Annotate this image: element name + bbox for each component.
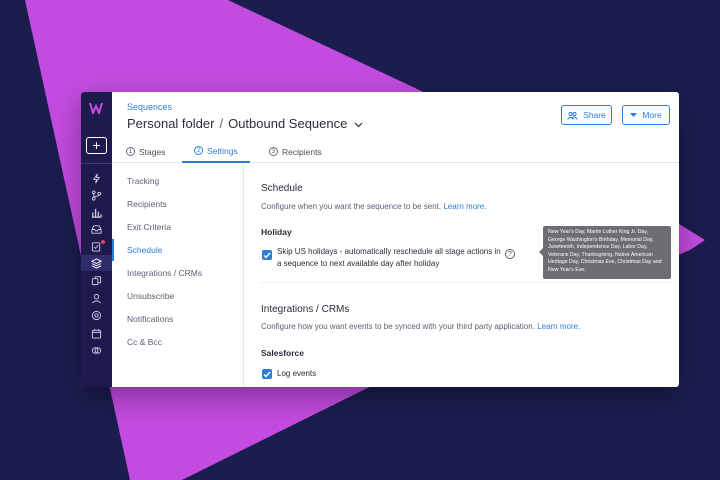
rail-divider	[81, 163, 112, 164]
menu-item-integrations[interactable]: Integrations / CRMs	[112, 262, 242, 284]
sequences-icon	[91, 257, 102, 269]
branch-icon	[91, 189, 102, 201]
title-separator: /	[219, 116, 224, 131]
rail-item-link[interactable]	[81, 342, 112, 358]
notification-dot	[100, 239, 106, 245]
log-events-checkbox[interactable]	[262, 369, 272, 379]
share-label: Share	[583, 110, 606, 120]
create-button[interactable]: +	[86, 137, 107, 154]
tab-number: 3	[269, 147, 278, 156]
schedule-description-text: Configure when you want the sequence to …	[261, 202, 442, 211]
rail-item-branch[interactable]	[81, 187, 112, 203]
rail-item-chart[interactable]	[81, 204, 112, 220]
tab-bar: 1 Stages 2 Settings 3 Recipients	[112, 140, 679, 163]
schedule-learn-more-link[interactable]: Learn more.	[443, 202, 486, 211]
tab-settings[interactable]: 2 Settings	[182, 140, 250, 163]
share-button[interactable]: Share	[561, 105, 612, 125]
menu-item-recipients[interactable]: Recipients	[112, 193, 242, 215]
chart-icon	[91, 208, 102, 218]
rail-item-settings[interactable]	[81, 307, 112, 323]
rail-item-user[interactable]	[81, 290, 112, 306]
copy-icon	[91, 275, 102, 285]
help-icon[interactable]: ?	[505, 249, 515, 259]
tab-label: Recipients	[282, 146, 322, 157]
left-rail: +	[81, 92, 112, 387]
rail-item-tasks[interactable]	[81, 238, 112, 254]
integrations-description-text: Configure how you want events to be sync…	[261, 322, 535, 331]
breadcrumb[interactable]: Sequences	[127, 102, 172, 112]
section-divider	[261, 282, 671, 283]
tab-label: Settings	[207, 145, 238, 156]
menu-divider	[243, 164, 244, 387]
holidays-tooltip: New Year's Day, Martin Luther King Jr. D…	[543, 226, 671, 279]
rail-item-calendar[interactable]	[81, 325, 112, 341]
menu-item-schedule[interactable]: Schedule	[112, 239, 242, 261]
menu-item-unsubscribe[interactable]: Unsubscribe	[112, 285, 242, 307]
rail-item-sequences[interactable]	[81, 255, 112, 271]
inbox-icon	[91, 224, 102, 234]
skip-holidays-label[interactable]: Skip US holidays - automatically resched…	[277, 246, 507, 270]
holiday-label: Holiday	[261, 227, 292, 237]
checkmark-icon	[263, 252, 271, 259]
page-title: Personal folder / Outbound Sequence	[127, 116, 363, 131]
integrations-learn-more-link[interactable]: Learn more.	[537, 322, 580, 331]
bolt-icon	[92, 173, 101, 183]
settings-icon	[91, 310, 102, 320]
rail-item-copy[interactable]	[81, 272, 112, 288]
tab-stages[interactable]: 1 Stages	[126, 140, 165, 163]
rail-item-inbox[interactable]	[81, 221, 112, 237]
checkmark-icon	[263, 371, 271, 378]
folder-name[interactable]: Personal folder	[127, 116, 214, 131]
rail-item-bolt[interactable]	[81, 170, 112, 186]
tab-number: 1	[126, 147, 135, 156]
menu-item-tracking[interactable]: Tracking	[112, 170, 242, 192]
integrations-description: Configure how you want events to be sync…	[261, 322, 580, 331]
schedule-description: Configure when you want the sequence to …	[261, 202, 487, 211]
menu-item-exit-criteria[interactable]: Exit Criteria	[112, 216, 242, 238]
menu-item-notifications[interactable]: Notifications	[112, 308, 242, 330]
caret-down-icon	[630, 113, 638, 117]
more-label: More	[642, 110, 662, 120]
salesforce-label: Salesforce	[261, 348, 304, 358]
more-button[interactable]: More	[622, 105, 670, 125]
tab-label: Stages	[139, 146, 166, 157]
tab-recipients[interactable]: 3 Recipients	[269, 140, 322, 163]
tab-number: 2	[194, 146, 203, 155]
settings-menu: Tracking Recipients Exit Criteria Schedu…	[112, 164, 244, 387]
users-icon	[567, 111, 579, 120]
app-logo-icon[interactable]	[89, 102, 103, 114]
user-icon	[92, 293, 101, 303]
menu-item-cc-bcc[interactable]: Cc & Bcc	[112, 331, 242, 353]
chevron-down-icon[interactable]	[354, 122, 363, 128]
schedule-heading: Schedule	[261, 183, 303, 194]
calendar-icon	[91, 328, 102, 339]
integrations-heading: Integrations / CRMs	[261, 304, 350, 315]
sequence-name[interactable]: Outbound Sequence	[228, 116, 347, 131]
log-events-label[interactable]: Log events	[277, 368, 507, 380]
link-icon	[91, 346, 102, 354]
skip-holidays-checkbox[interactable]	[262, 250, 272, 260]
